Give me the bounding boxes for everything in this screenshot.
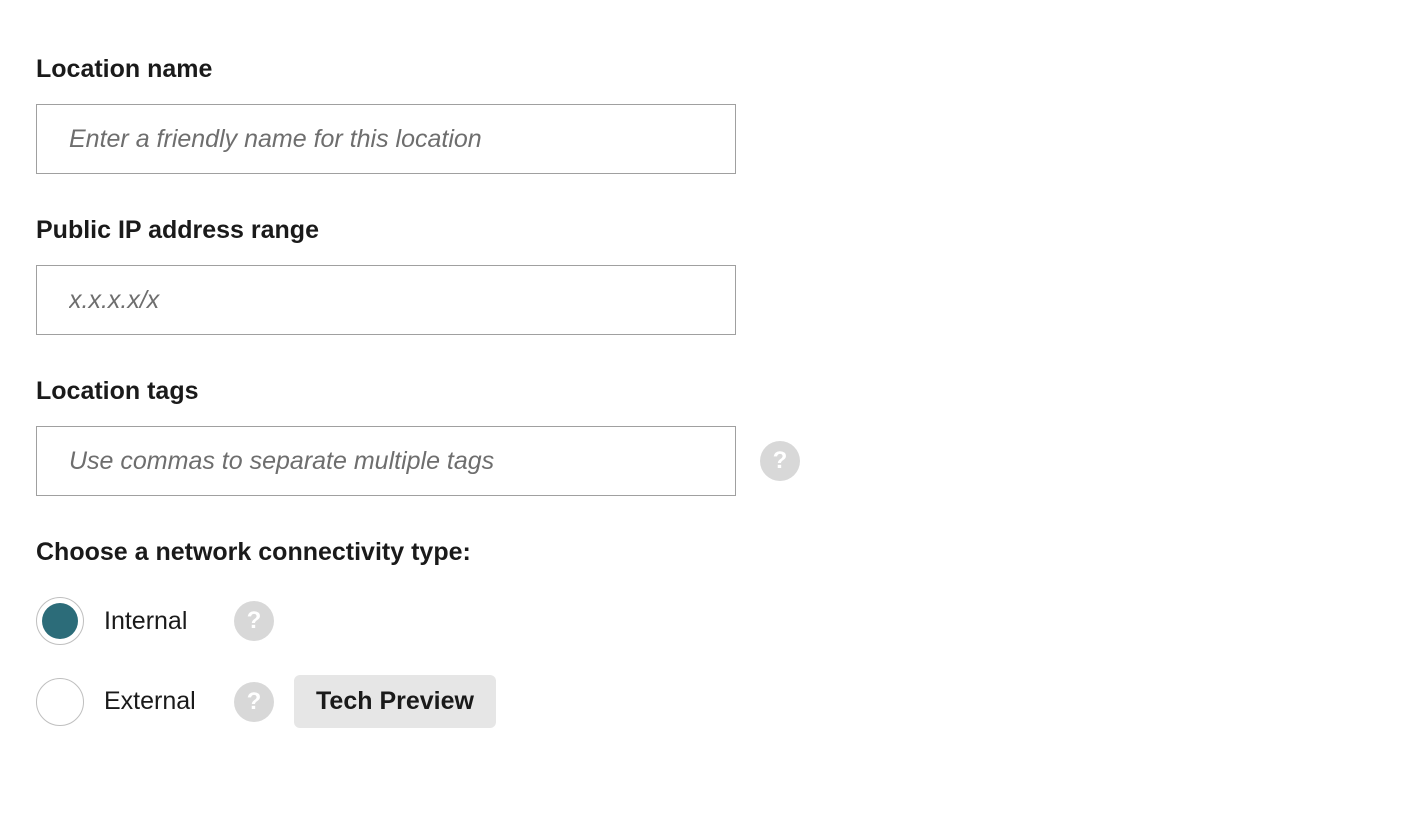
public-ip-group: Public IP address range <box>36 216 1384 335</box>
connectivity-external-help-icon[interactable]: ? <box>234 682 274 722</box>
location-name-label: Location name <box>36 55 1384 84</box>
connectivity-label: Choose a network connectivity type: <box>36 538 1384 567</box>
tech-preview-badge: Tech Preview <box>294 675 496 728</box>
location-tags-group: Location tags ? <box>36 377 1384 496</box>
connectivity-external-radio[interactable] <box>36 678 84 726</box>
location-tags-label: Location tags <box>36 377 1384 406</box>
location-name-input[interactable] <box>36 104 736 174</box>
connectivity-external-row: External ? Tech Preview <box>36 675 1384 728</box>
public-ip-input[interactable] <box>36 265 736 335</box>
connectivity-internal-radio[interactable] <box>36 597 84 645</box>
connectivity-internal-help-icon[interactable]: ? <box>234 601 274 641</box>
connectivity-group: Choose a network connectivity type: Inte… <box>36 538 1384 728</box>
connectivity-external-label: External <box>104 687 214 716</box>
location-name-group: Location name <box>36 55 1384 174</box>
connectivity-internal-label: Internal <box>104 607 214 636</box>
location-tags-input[interactable] <box>36 426 736 496</box>
connectivity-internal-row: Internal ? <box>36 597 1384 645</box>
public-ip-label: Public IP address range <box>36 216 1384 245</box>
location-tags-help-icon[interactable]: ? <box>760 441 800 481</box>
location-tags-row: ? <box>36 426 1384 496</box>
